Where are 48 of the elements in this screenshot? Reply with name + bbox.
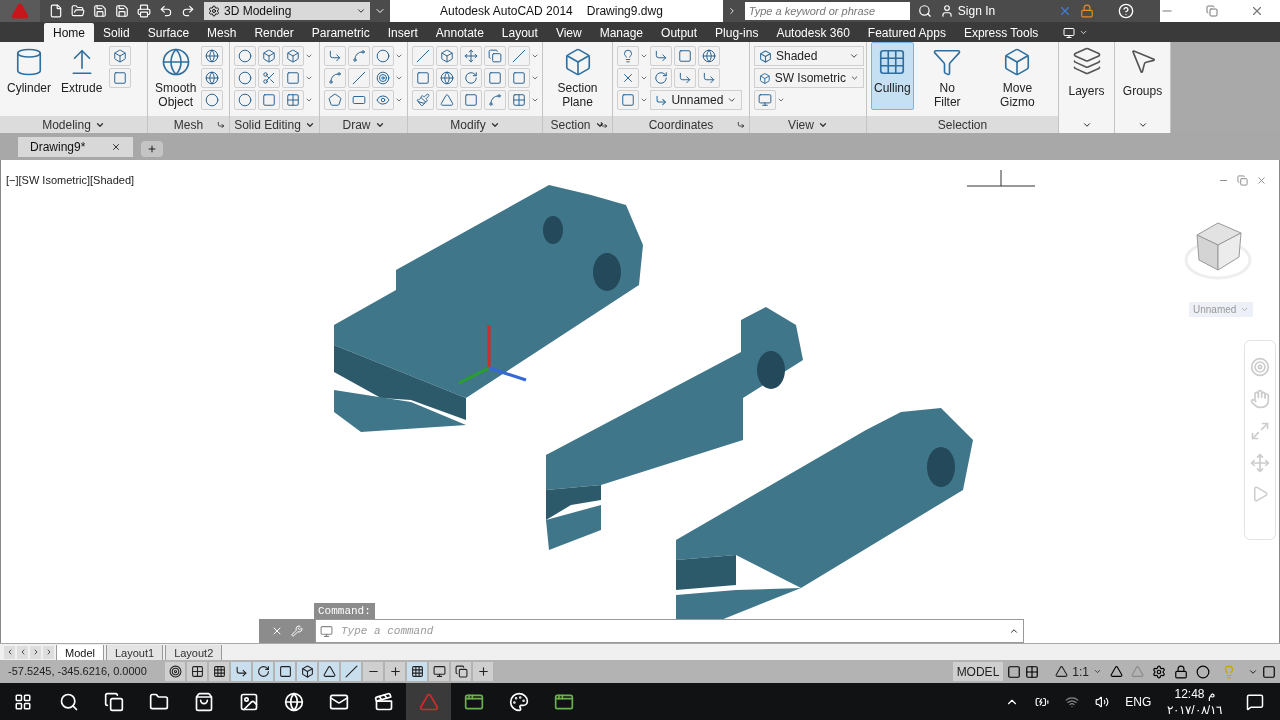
view-dropdown[interactable]: SW Isometric [754,68,864,88]
clock-time: 12:48 م [1174,685,1215,702]
drawing-canvas[interactable]: [−][SW Isometric][Shaded] Unnamed Command: Type a command [0,160,1280,643]
workspace-dropdown[interactable]: 3D Modeling [204,2,370,20]
ribbon-tab[interactable]: Express Tools [954,23,1048,42]
ribbon-tab[interactable]: Parametric [302,23,379,42]
ribbon-tab[interactable]: Output [652,23,707,42]
sheet-tab[interactable]: Model [56,644,104,660]
ribbon-tab[interactable]: Render [245,23,303,42]
ribbon-tab[interactable]: Annotate [426,23,493,42]
file-name: Drawing9.dwg [586,3,663,20]
tool-button[interactable]: Section Plane [554,42,601,110]
tool-button[interactable]: Move Gizmo [980,42,1054,110]
sign-in-button[interactable]: Sign In [939,2,1050,20]
panel-button[interactable]: Groups [1115,42,1170,133]
clock-date: ٢٠١٧/٠٨/١٦ [1167,701,1222,718]
ribbon-tab[interactable]: Autodesk 360 [767,23,859,42]
ribbon-tab[interactable]: Home [44,23,94,42]
viewport-controls[interactable]: [−][SW Isometric][Shaded] [6,172,135,189]
command-history: Command: [314,603,375,620]
sheet-tab[interactable]: Layout2 [165,644,223,660]
ribbon-tab[interactable]: View [546,23,591,42]
annotation-scale-button[interactable]: 1:1 [1051,662,1106,681]
ribbon-tab[interactable]: Featured Apps [858,23,955,42]
panel-button[interactable]: Layers [1059,42,1114,133]
language-indicator[interactable]: ENG [1125,692,1152,711]
view-dropdown[interactable]: Unnamed [650,90,742,110]
ribbon-tab[interactable]: Manage [590,23,653,42]
ribbon-tab[interactable]: Plug-ins [706,23,768,42]
tool-button[interactable]: Extrude [58,42,106,110]
document-tab[interactable]: Drawing9* [18,137,133,157]
command-field[interactable]: Type a command [315,619,1024,643]
ribbon-tab[interactable]: Layout [492,23,547,42]
tool-button[interactable]: Culling [871,42,914,110]
model-space-button[interactable]: MODEL [952,662,1004,681]
tool-button[interactable]: Cylinder [4,42,54,110]
view-dropdown[interactable]: Shaded [754,46,864,66]
tool-button[interactable]: Smooth Object [152,42,200,110]
ribbon-tab[interactable]: Solid [94,23,139,42]
ribbon-tab[interactable]: Surface [138,23,199,42]
command-input[interactable]: Type a command [341,622,1001,640]
window-title: Autodesk AutoCAD 2014 [440,3,573,20]
ribbon-tab[interactable]: Mesh [198,23,246,42]
sheet-tab[interactable]: Layout1 [105,644,164,660]
ribbon-tab[interactable]: Insert [378,23,427,42]
tool-button[interactable]: No Filter [921,42,973,110]
coordinates-readout: -57.5245, -345.6216, 0.0000 [7,664,148,680]
search-field[interactable]: Type a keyword or phrase [744,2,910,20]
